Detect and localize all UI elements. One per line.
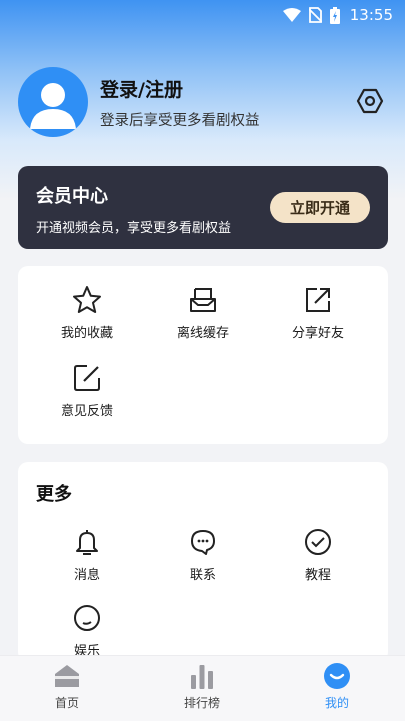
tab-home-label: 首页 xyxy=(54,696,79,710)
smile-circle-icon xyxy=(71,602,103,634)
tab-home[interactable]: 首页 xyxy=(22,662,112,711)
no-sim-icon xyxy=(308,7,322,23)
battery-icon xyxy=(329,6,340,24)
more-card: 更多 消息 联系 教程 娱乐 xyxy=(18,462,388,662)
wifi-icon xyxy=(282,8,301,22)
settings-button[interactable] xyxy=(356,87,384,115)
star-icon xyxy=(71,284,103,316)
download-tray-icon xyxy=(187,284,219,316)
favorites-label: 我的收藏 xyxy=(60,326,113,341)
share-friends-label: 分享好友 xyxy=(291,326,344,341)
ranking-bars-icon xyxy=(187,662,217,690)
edit-feedback-icon xyxy=(71,362,103,394)
avatar[interactable] xyxy=(18,67,88,137)
more-title: 更多 xyxy=(36,484,72,505)
contact-label: 联系 xyxy=(189,568,216,583)
activate-vip-button[interactable]: 立即开通 xyxy=(270,192,370,223)
settings-hexagon-icon xyxy=(356,88,384,114)
profile-header: 登录/注册 登录后享受更多看剧权益 xyxy=(18,67,388,137)
messages-item[interactable]: 消息 xyxy=(37,526,137,583)
bell-icon xyxy=(71,526,103,558)
feedback-item[interactable]: 意见反馈 xyxy=(37,362,137,419)
offline-cache-item[interactable]: 离线缓存 xyxy=(153,284,253,341)
tab-ranking-label: 排行榜 xyxy=(183,696,220,710)
tutorial-item[interactable]: 教程 xyxy=(268,526,368,583)
share-friends-item[interactable]: 分享好友 xyxy=(268,284,368,341)
offline-cache-label: 离线缓存 xyxy=(176,326,229,341)
share-icon xyxy=(302,284,334,316)
feedback-label: 意见反馈 xyxy=(60,404,113,419)
favorites-item[interactable]: 我的收藏 xyxy=(37,284,137,341)
bottom-tab-bar: 首页 排行榜 我的 xyxy=(0,655,405,721)
features-card: 我的收藏 离线缓存 分享好友 意见反馈 xyxy=(18,266,388,444)
clock: 13:55 xyxy=(349,6,393,24)
status-bar: 13:55 xyxy=(0,0,405,30)
login-register-link[interactable]: 登录/注册 xyxy=(100,75,388,102)
entertainment-item[interactable]: 娱乐 xyxy=(37,602,137,659)
login-subtitle: 登录后享受更多看剧权益 xyxy=(100,112,260,129)
vip-center-card[interactable]: 会员中心 开通视频会员，享受更多看剧权益 立即开通 xyxy=(18,166,388,249)
chat-icon xyxy=(187,526,219,558)
messages-label: 消息 xyxy=(73,568,100,583)
user-silhouette-icon xyxy=(30,83,76,129)
tab-mine-label: 我的 xyxy=(324,696,349,710)
check-circle-icon xyxy=(302,526,334,558)
contact-item[interactable]: 联系 xyxy=(153,526,253,583)
tutorial-label: 教程 xyxy=(304,568,331,583)
profile-face-icon xyxy=(322,662,352,690)
home-icon xyxy=(52,662,82,690)
tab-mine[interactable]: 我的 xyxy=(292,662,382,711)
tab-ranking[interactable]: 排行榜 xyxy=(157,662,247,711)
